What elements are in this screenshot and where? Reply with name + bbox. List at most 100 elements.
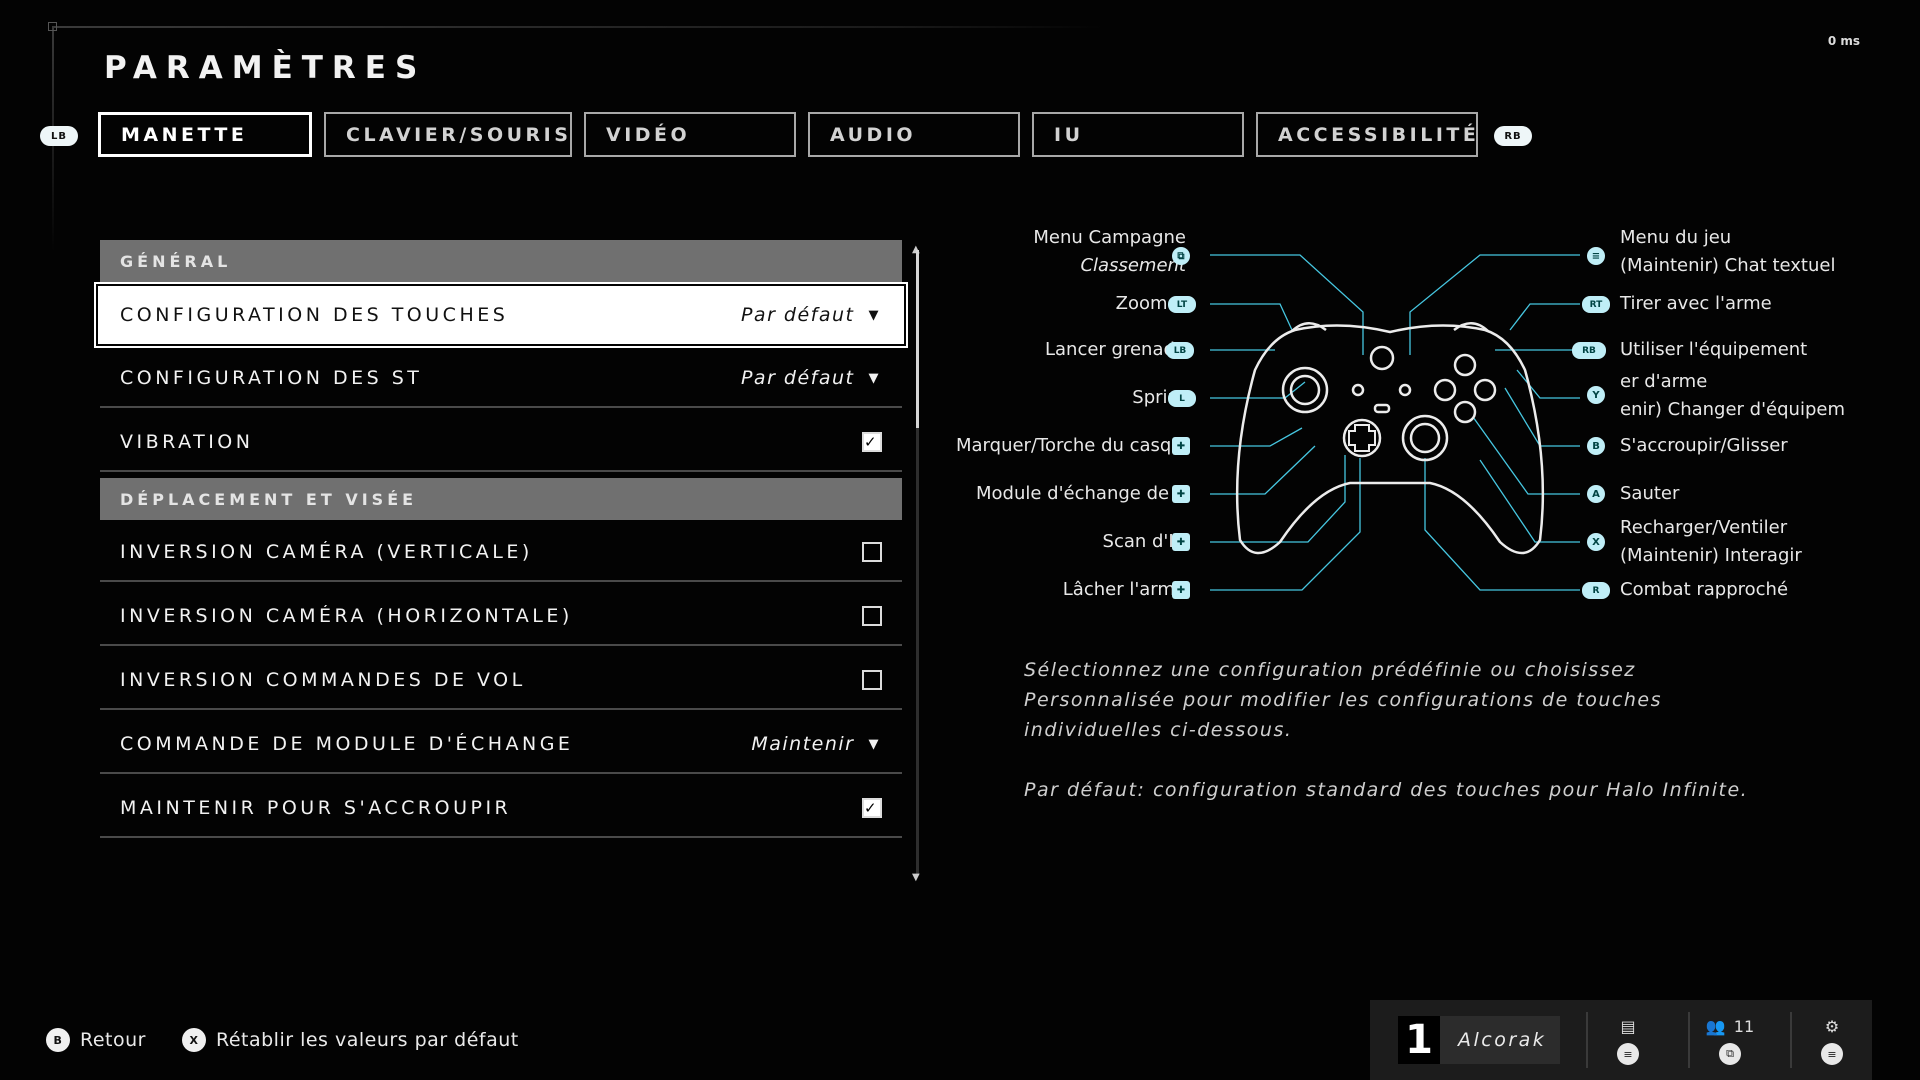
map-label-recharger: Recharger/Ventiler (Maintenir) Interagir [1620,517,1802,566]
map-label-module-echange: Module d'échange de grenade [976,483,1186,504]
gamertag: Alcorak [1458,1029,1547,1051]
back-label: Retour [80,1029,146,1051]
map-label-sauter: Sauter [1620,483,1680,504]
map-label-marquer-torche: Marquer/Torche du casque [956,435,1186,456]
hold-crouch-checkbox[interactable]: ✓ [862,798,882,818]
setting-label: INVERSION COMMANDES DE VOL [120,669,526,691]
tab-iu[interactable]: IU [1032,112,1244,157]
view-button-icon: ⧉ [1719,1043,1741,1065]
chat-icon: ▤ [1620,1016,1636,1036]
map-label-combat-rapproche: Combat rapproché [1620,579,1789,600]
rb-bumper-glyph-icon: RB [1572,342,1606,359]
map-label-menu-du-jeu: Menu du jeu (Maintenir) Chat textuel [1620,227,1836,276]
rb-bumper-icon[interactable]: RB [1494,126,1532,146]
dropdown-value: Par défaut [740,367,855,389]
friends-button[interactable]: 👥 11 ⧉ [1690,1015,1770,1065]
dpad-down-icon: ✚ [1172,581,1190,599]
map-label-lacher-arme: Lâcher l'arme [1062,579,1186,600]
description-line: Par défaut: configuration standard des t… [1024,779,1749,801]
map-label-changer-arme: er d'arme enir) Changer d'équipement [1620,371,1845,420]
settings-button[interactable]: ⚙ ≡ [1792,1015,1872,1065]
setting-label: CONFIGURATION DES STICKS ANALOGIQUES [120,367,423,389]
scroll-down-icon[interactable]: ▼ [912,872,920,883]
scrollbar-thumb[interactable] [916,250,919,428]
settings-list: GÉNÉRAL CONFIGURATION DES TOUCHES Par dé… [94,240,908,844]
tab-video[interactable]: VIDÉO [584,112,796,157]
invert-flight-checkbox[interactable] [862,670,882,690]
setting-hold-crouch[interactable]: MAINTENIR POUR S'ACCROUPIR ✓ [100,780,902,838]
setting-label: VIBRATION [120,431,254,453]
footer-actions: B Retour X Rétablir les valeurs par défa… [46,1028,519,1052]
back-button[interactable]: B Retour [46,1028,146,1052]
friends-count: 11 [1733,1016,1755,1036]
x-button-icon: X [1587,533,1605,551]
left-stick-icon: L [1168,390,1196,407]
setting-invert-vertical[interactable]: INVERSION CAMÉRA (VERTICALE) [100,524,902,582]
setting-label: INVERSION CAMÉRA (HORIZONTALE) [120,605,573,627]
setting-label: MAINTENIR POUR S'ACCROUPIR [120,797,512,819]
tab-clavier-souris[interactable]: CLAVIER/SOURIS [324,112,572,157]
setting-invert-flight[interactable]: INVERSION COMMANDES DE VOL [100,652,902,710]
setting-label: CONFIGURATION DES TOUCHES [120,304,509,326]
b-button-icon: B [46,1028,70,1052]
map-label-tirer: Tirer avec l'arme [1620,293,1772,314]
setting-invert-horizontal[interactable]: INVERSION CAMÉRA (HORIZONTALE) [100,588,902,646]
vibration-checkbox[interactable]: ✓ [862,432,882,452]
frame-corner [48,22,57,31]
setting-vibration[interactable]: VIBRATION ✓ [100,414,902,472]
menu-button-icon: ≡ [1821,1043,1843,1065]
dpad-up-icon: ✚ [1172,437,1190,455]
rt-trigger-icon: RT [1582,296,1610,313]
chat-button[interactable]: ▤ ≡ [1588,1015,1668,1065]
setting-label: COMMANDE DE MODULE D'ÉCHANGE [120,733,574,755]
dpad-left-icon: ✚ [1172,485,1190,503]
settings-scrollbar[interactable] [916,250,919,875]
dropdown-value: Par défaut [740,304,855,326]
setting-label: INVERSION CAMÉRA (VERTICALE) [120,541,533,563]
map-label-accroupir: S'accroupir/Glisser [1620,435,1788,456]
tab-audio[interactable]: AUDIO [808,112,1020,157]
map-label-lancer-grenade: Lancer grenade [1044,339,1186,360]
controller-diagram: Menu Campagne Classement ⧉ Zoomer LT Lan… [920,220,1870,620]
dpad-right-icon: ✚ [1172,533,1190,551]
map-label-menu-campagne: Menu Campagne Classement [1033,227,1186,276]
settings-tabs: MANETTE CLAVIER/SOURIS VIDÉO AUDIO IU AC… [98,112,1478,157]
lt-trigger-icon: LT [1168,296,1196,313]
chevron-down-icon: ▼ [868,370,882,386]
setting-stick-layout[interactable]: CONFIGURATION DES STICKS ANALOGIQUES Par… [100,350,902,408]
map-label-utiliser-equipement: Utiliser l'équipement [1620,339,1808,360]
setting-equipment-swap[interactable]: COMMANDE DE MODULE D'ÉCHANGE Maintenir ▼ [100,716,902,774]
chevron-down-icon: ▼ [868,307,882,323]
view-button-icon: ⧉ [1172,247,1190,265]
setting-description: Sélectionnez une configuration prédéfini… [1024,655,1784,805]
player-card[interactable]: 1 Alcorak [1398,1016,1560,1064]
setting-button-layout[interactable]: CONFIGURATION DES TOUCHES Par défaut ▼ [94,282,908,348]
menu-button-icon: ≡ [1617,1043,1639,1065]
section-header-general: GÉNÉRAL [100,240,902,282]
invert-vertical-checkbox[interactable] [862,542,882,562]
lb-bumper-glyph-icon: LB [1166,342,1194,359]
latency-readout: 0 ms [1827,34,1860,48]
right-stick-icon: R [1582,582,1610,599]
page-title: PARAMÈTRES [104,50,427,86]
description-line: Sélectionnez une configuration prédéfini… [1024,659,1663,741]
reset-defaults-button[interactable]: X Rétablir les valeurs par défaut [181,1028,519,1052]
player-rank: 1 [1398,1016,1440,1064]
dropdown-value: Maintenir [751,733,855,755]
tab-accessibilite[interactable]: ACCESSIBILITÉ [1256,112,1478,157]
reset-label: Rétablir les valeurs par défaut [215,1029,519,1051]
profile-bar: 1 Alcorak ▤ ≡ 👥 11 ⧉ ⚙ ≡ [1370,1000,1872,1080]
gear-icon: ⚙ [1824,1016,1840,1036]
section-header-movement: DÉPLACEMENT ET VISÉE [100,478,902,520]
tab-manette[interactable]: MANETTE [98,112,312,157]
invert-horizontal-checkbox[interactable] [862,606,882,626]
y-button-icon: Y [1587,386,1605,404]
b-button-icon: B [1587,437,1605,455]
menu-button-icon: ≡ [1587,247,1605,265]
frame-line-top [52,26,1102,28]
chevron-down-icon: ▼ [868,736,882,752]
x-button-icon: X [181,1028,206,1052]
a-button-icon: A [1587,485,1605,503]
people-icon: 👥 [1705,1016,1726,1036]
lb-bumper-icon[interactable]: LB [40,126,78,146]
